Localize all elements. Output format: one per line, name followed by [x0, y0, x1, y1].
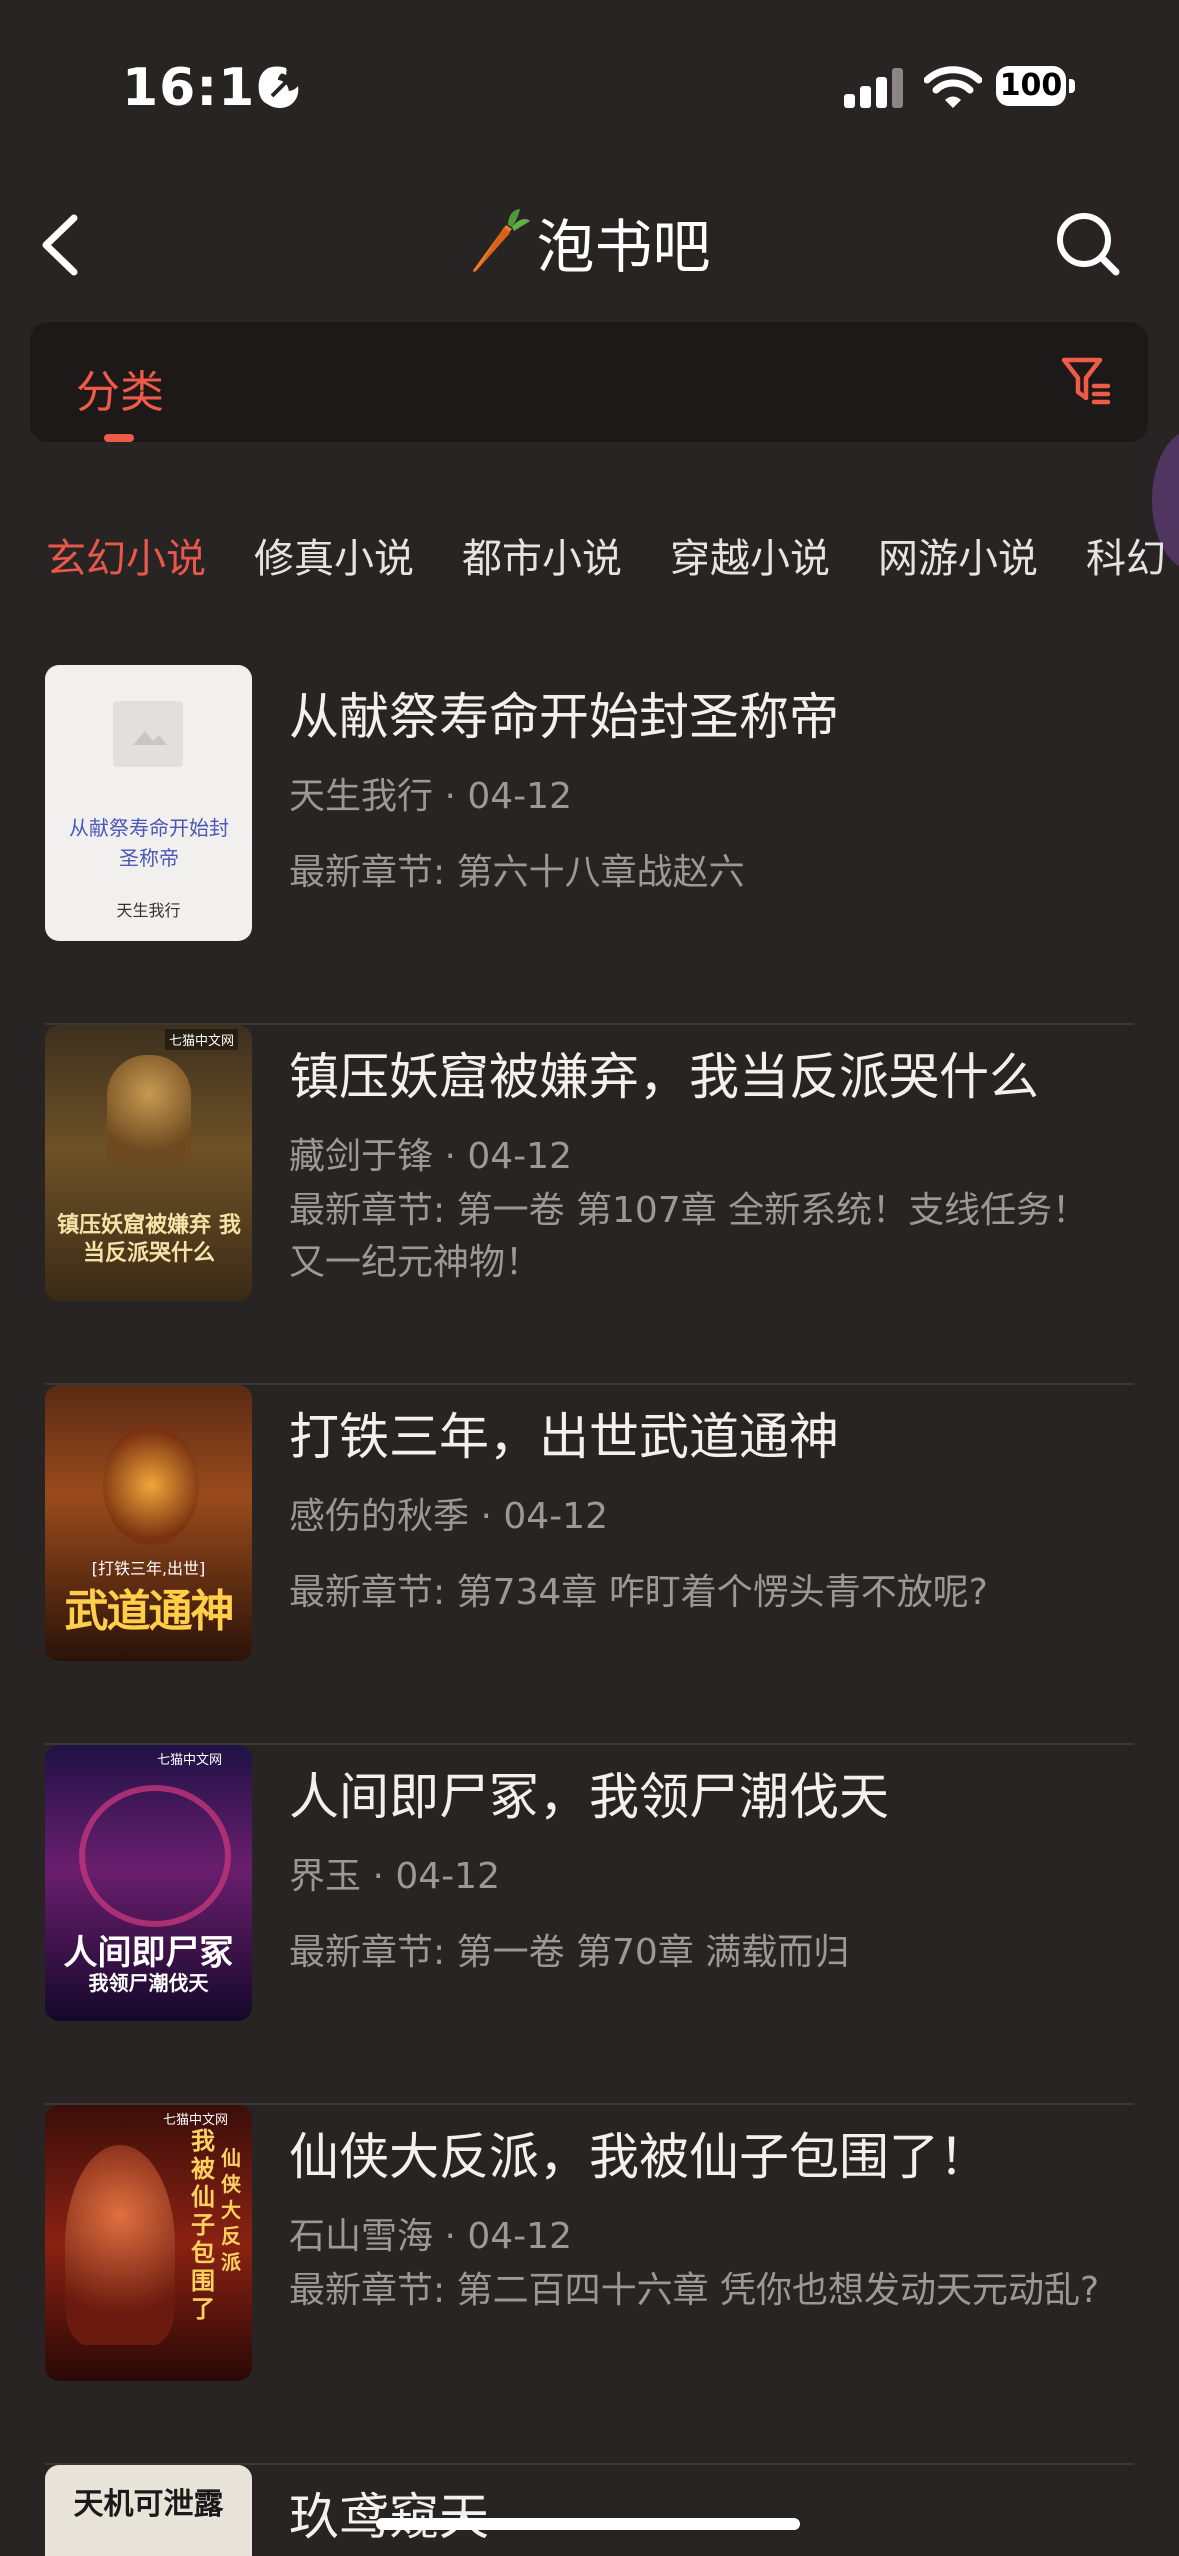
book-date: 04-12 — [395, 1856, 500, 1897]
filter-icon[interactable] — [1060, 354, 1112, 406]
book-date: 04-12 — [467, 776, 572, 817]
cover-badge: 七猫中文网 — [157, 1753, 223, 1768]
book-title[interactable]: 仙侠大反派，我被仙子包围了！ — [289, 2117, 989, 2189]
latest-chapter: 最新章节: 第一卷 第70章 满载而归 — [289, 1932, 850, 1973]
placeholder-image-icon — [113, 701, 183, 767]
book-item[interactable]: 七猫中文网 人间即尸冢 我领尸潮伐天 人间即尸冢，我领尸潮伐天 界玉 · 04-… — [45, 1745, 1134, 2105]
tab-indicator — [104, 434, 134, 442]
cover-badge: 七猫中文网 — [165, 1029, 239, 1050]
genre-tabs: 玄幻小说 修真小说 都市小说 穿越小说 网游小说 科幻 — [46, 526, 1179, 584]
genre-tab[interactable]: 都市小说 — [462, 526, 622, 584]
page-title: 泡书吧 — [468, 200, 711, 284]
battery-icon: 100 — [996, 64, 1076, 110]
moon-icon — [262, 70, 299, 108]
book-date: 04-12 — [467, 2216, 572, 2257]
signal-icon — [844, 68, 903, 108]
cover-subtitle: 我领尸潮伐天 — [88, 1971, 209, 1995]
book-author: 感伤的秋季 — [289, 1496, 470, 1537]
book-item[interactable]: 七猫中文网 镇压妖窟被嫌弃 我当反派哭什么 镇压妖窟被嫌弃，我当反派哭什么 藏剑… — [45, 1025, 1134, 1385]
carrot-icon — [473, 209, 531, 272]
book-cover: 七猫中文网 镇压妖窟被嫌弃 我当反派哭什么 — [45, 1025, 252, 1301]
latest-chapter: 最新章节: 第六十八章战赵六 — [289, 852, 745, 893]
book-cover: 从献祭寿命开始封圣称帝 天生我行 — [45, 665, 252, 941]
book-item[interactable]: 七猫中文网 我被仙子包围了 仙侠大反派 仙侠大反派，我被仙子包围了！ 石山雪海 … — [45, 2105, 1134, 2465]
genre-tab[interactable]: 网游小说 — [878, 526, 1038, 584]
cover-badge: 七猫中文网 — [163, 2113, 229, 2128]
book-cover: 七猫中文网 我被仙子包围了 仙侠大反派 — [45, 2105, 252, 2381]
book-author: 藏剑于锋 — [289, 1136, 434, 1177]
cover-title: 天机可泄露 — [73, 2487, 224, 2522]
home-indicator[interactable] — [376, 2518, 800, 2530]
tab-category[interactable]: 分类 — [76, 356, 164, 420]
latest-chapter: 最新章节: 第734章 咋盯着个愣头青不放呢? — [289, 1572, 988, 1613]
book-date: 04-12 — [503, 1496, 608, 1537]
cover-title: 镇压妖窟被嫌弃 我当反派哭什么 — [57, 1212, 241, 1266]
book-date: 04-12 — [467, 1136, 572, 1177]
book-title[interactable]: 打铁三年，出世武道通神 — [289, 1397, 839, 1469]
genre-tab[interactable]: 修真小说 — [254, 526, 414, 584]
book-meta: 藏剑于锋 · 04-12 — [289, 1136, 572, 1177]
book-meta: 石山雪海 · 04-12 — [289, 2216, 572, 2257]
cover-title: 从献祭寿命开始封圣称帝 — [69, 816, 229, 870]
genre-tab[interactable]: 穿越小说 — [670, 526, 830, 584]
book-title[interactable]: 人间即尸冢，我领尸潮伐天 — [289, 1757, 889, 1829]
cover-author: 天生我行 — [116, 901, 181, 920]
book-cover: 天机可泄露 — [45, 2465, 252, 2556]
book-author: 天生我行 — [289, 776, 434, 817]
category-bar: 分类 — [30, 322, 1148, 442]
book-title[interactable]: 镇压妖窟被嫌弃，我当反派哭什么 — [289, 1037, 1039, 1109]
book-item[interactable]: 天机可泄露 玖鸢窥天 — [45, 2465, 1134, 2556]
latest-chapter: 最新章节: 第一卷 第107章 全新系统！支线任务！又一纪元神物！ — [289, 1190, 1089, 1283]
title-text: 泡书吧 — [536, 213, 711, 281]
wifi-icon — [924, 66, 982, 108]
book-author: 石山雪海 — [289, 2216, 434, 2257]
book-cover: 七猫中文网 人间即尸冢 我领尸潮伐天 — [45, 1745, 252, 2021]
genre-tab[interactable]: 玄幻小说 — [46, 526, 206, 584]
genre-tab[interactable]: 科幻 — [1086, 526, 1166, 584]
cover-title: 武道通神 — [64, 1586, 235, 1637]
search-icon[interactable] — [1054, 210, 1122, 278]
cover-title: 我被仙子包围了 — [191, 2127, 215, 2323]
book-cover: [打铁三年,出世] 武道通神 — [45, 1385, 252, 1661]
book-meta: 天生我行 · 04-12 — [289, 776, 572, 817]
book-author: 界玉 — [289, 1856, 362, 1897]
book-title[interactable]: 从献祭寿命开始封圣称帝 — [289, 677, 839, 749]
book-item[interactable]: [打铁三年,出世] 武道通神 打铁三年，出世武道通神 感伤的秋季 · 04-12… — [45, 1385, 1134, 1745]
battery-level: 100 — [996, 66, 1066, 106]
book-title[interactable]: 玖鸢窥天 — [289, 2477, 489, 2549]
book-item[interactable]: 从献祭寿命开始封圣称帝 天生我行 从献祭寿命开始封圣称帝 天生我行 · 04-1… — [45, 665, 1134, 1025]
book-meta: 界玉 · 04-12 — [289, 1856, 500, 1897]
latest-chapter: 最新章节: 第二百四十六章 凭你也想发动天元动乱? — [289, 2270, 1100, 2311]
cover-subtitle: 仙侠大反派 — [221, 2146, 241, 2274]
book-meta: 感伤的秋季 · 04-12 — [289, 1496, 608, 1537]
